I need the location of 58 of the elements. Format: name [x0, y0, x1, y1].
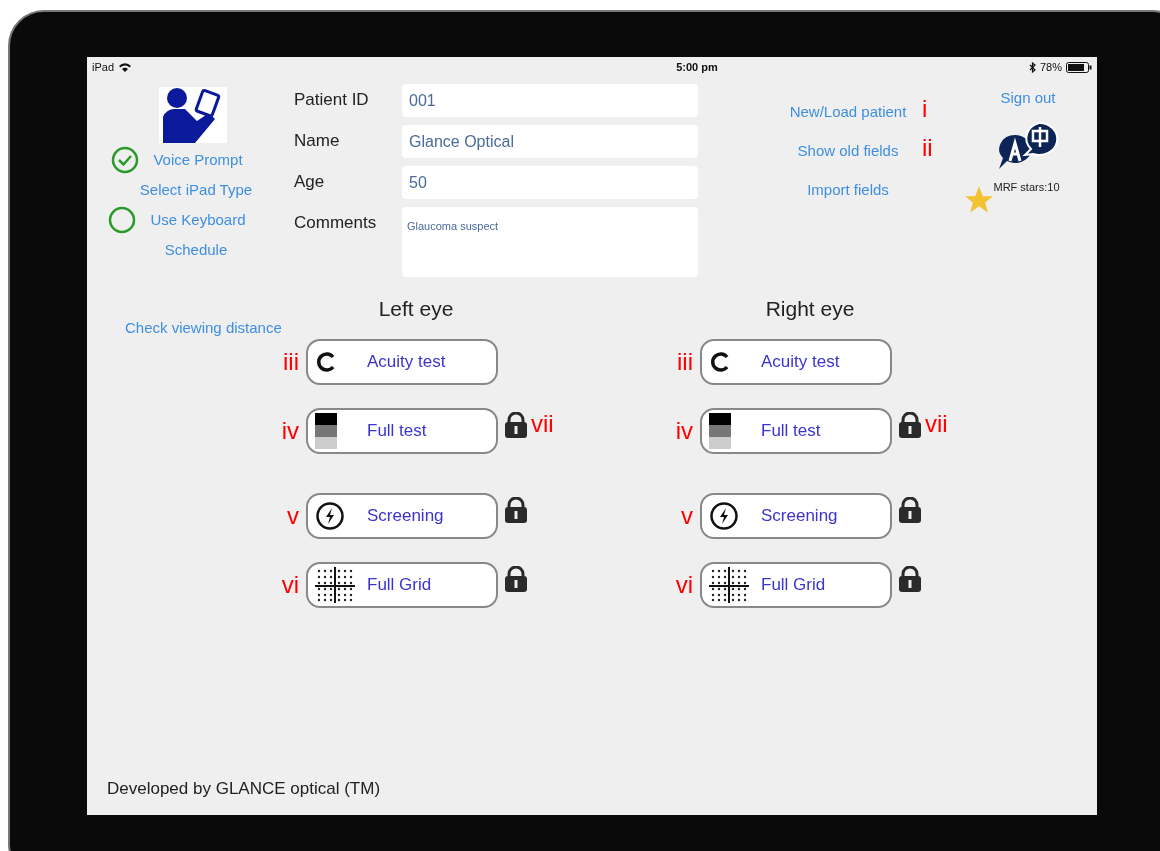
annotation-label: iii	[283, 349, 299, 374]
annotation-label: v	[287, 503, 299, 528]
lightning-icon	[709, 500, 739, 531]
menu-link[interactable]: Schedule	[164, 238, 228, 262]
circle-icon[interactable]	[108, 206, 137, 234]
annotation-label: v	[681, 503, 693, 528]
grid-icon	[709, 566, 749, 603]
sign-out-link[interactable]: Sign out	[1000, 87, 1056, 110]
annotation-label: vii	[531, 411, 554, 436]
distance-link[interactable]: Check viewing distance	[125, 319, 282, 336]
field-label: Comments	[294, 212, 378, 234]
test-button[interactable]: Acuity test	[306, 338, 498, 385]
battery-icon	[1066, 61, 1092, 73]
test-button[interactable]: Full test	[306, 407, 498, 454]
test-button[interactable]: Screening	[700, 492, 892, 539]
gradient-icon	[315, 412, 337, 449]
status-time: 5:00 pm	[676, 59, 718, 75]
eye-title: Right eye	[765, 296, 855, 322]
text-field[interactable]: 001	[402, 84, 698, 117]
field-label: Age	[294, 171, 326, 193]
stars-count: MRF stars:10	[993, 179, 1060, 195]
ring-icon	[315, 350, 337, 373]
annotation-label: vii	[925, 411, 948, 436]
wifi-icon	[119, 62, 132, 72]
eye-title: Left eye	[378, 296, 454, 322]
action-link[interactable]: Show old fields	[797, 140, 899, 163]
ring-icon	[709, 350, 731, 373]
test-button[interactable]: Full Grid	[306, 561, 498, 608]
device-name: iPad	[92, 59, 115, 75]
toggle-label[interactable]: Use Keyboard	[150, 208, 246, 232]
gradient-icon	[709, 412, 731, 449]
comments-field[interactable]: Glaucoma suspect	[402, 207, 698, 277]
test-button[interactable]: Screening	[306, 492, 498, 539]
battery-percent: 78%	[1039, 59, 1062, 75]
annotation-label: iv	[675, 418, 693, 443]
annotation-label: vi	[281, 572, 299, 597]
toggle-label[interactable]: Voice Prompt	[153, 148, 243, 172]
test-button[interactable]: Acuity test	[700, 338, 892, 385]
check-circle-icon[interactable]	[111, 146, 140, 174]
test-button[interactable]: Full test	[700, 407, 892, 454]
lightning-icon	[315, 500, 345, 531]
test-button[interactable]: Full Grid	[700, 561, 892, 608]
field-label: Patient ID	[294, 89, 370, 111]
bluetooth-icon	[1028, 61, 1036, 73]
annotation-label: i	[922, 97, 928, 121]
action-link[interactable]: Import fields	[807, 179, 889, 202]
action-link[interactable]: New/Load patient	[789, 101, 907, 124]
grid-icon	[315, 566, 355, 603]
annotation-label: iii	[677, 349, 693, 374]
annotation-label: iv	[281, 418, 299, 443]
annotation-label: vi	[675, 572, 693, 597]
text-field[interactable]: 50	[402, 166, 698, 199]
menu-link[interactable]: Select iPad Type	[139, 178, 253, 202]
text-field[interactable]: Glance Optical	[402, 125, 698, 158]
footer-text: Developed by GLANCE optical (TM)	[107, 778, 381, 798]
annotation-label: ii	[922, 136, 933, 160]
person-tablet-icon[interactable]	[159, 87, 227, 143]
field-label: Name	[294, 130, 341, 152]
